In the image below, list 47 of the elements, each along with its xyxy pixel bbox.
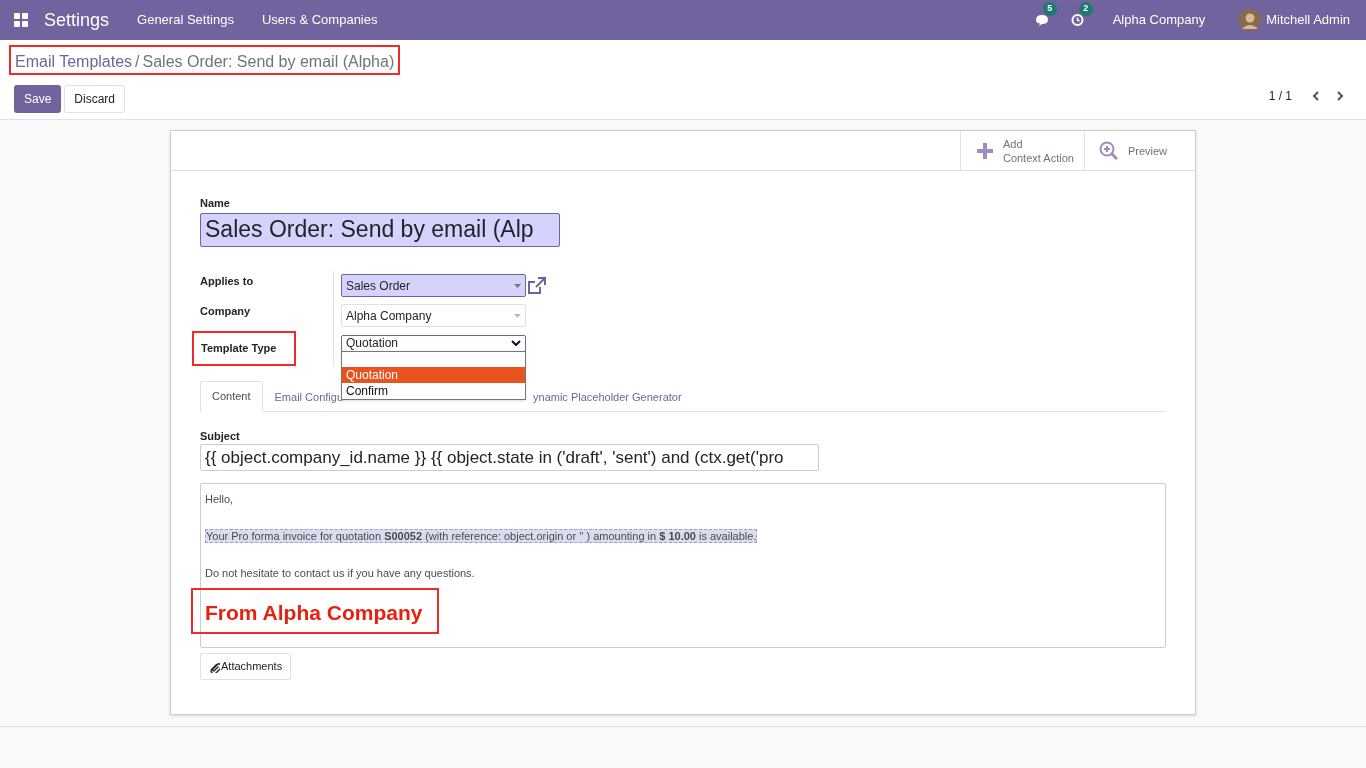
body-text: Hello, — [205, 492, 235, 507]
breadcrumb-current: Sales Order: Send by email (Alpha) — [142, 52, 395, 72]
next-icon[interactable] — [1336, 91, 1344, 101]
breadcrumb-link[interactable]: Email Templates — [15, 50, 133, 74]
clock-icon[interactable] — [1070, 13, 1084, 27]
company-switcher[interactable]: Alpha Company — [1112, 10, 1206, 30]
plus-icon — [976, 142, 993, 159]
tab[interactable]: Content — [200, 380, 263, 412]
chevron-down-icon — [511, 340, 521, 346]
add-context-action-button[interactable]: Add Context Action — [959, 131, 1084, 170]
dropdown-option[interactable]: Quotation — [342, 366, 525, 383]
menu-link[interactable]: General Settings — [137, 10, 234, 30]
user-menu[interactable]: Mitchell Admin — [1266, 10, 1350, 30]
field-label: Subject — [200, 428, 241, 444]
dropdown-option[interactable]: Confirm — [342, 382, 525, 399]
discard-button[interactable]: Discard — [64, 85, 126, 113]
tab[interactable]: ynamic Placeholder Generator — [533, 389, 682, 404]
model-select[interactable]: Sales Order — [341, 274, 526, 297]
chat-icon[interactable] — [1034, 13, 1049, 27]
count-badge: 2 — [1078, 2, 1093, 16]
count-badge: 5 — [1042, 2, 1057, 16]
apps-menu-icon[interactable] — [14, 13, 28, 27]
breadcrumb-separator: / — [135, 52, 140, 72]
company-select[interactable]: Alpha Company — [341, 304, 526, 327]
attachments-button[interactable]: Attachments — [200, 653, 292, 680]
body-text: Your Pro forma invoice for quotation S00052 (with reference: object.origin or '' ) amounting in $ 10.00 is available. — [205, 528, 758, 543]
paperclip-icon — [209, 660, 220, 673]
previous-icon[interactable] — [1312, 91, 1320, 101]
subject-input[interactable]: {{ object.company_id.name }} {{ object.state in ('draft', 'sent') and (ctx.get('pro — [200, 444, 819, 471]
external-link-icon[interactable] — [528, 277, 546, 294]
field-label: Company — [200, 303, 252, 319]
body-text: Do not hesitate to contact us if you have any questions. — [205, 566, 476, 581]
app-title: Settings — [44, 8, 110, 32]
field-label: Name — [200, 196, 231, 211]
field-label: Applies to — [200, 273, 255, 289]
name-input[interactable]: Sales Order: Send by email (Alp — [200, 212, 560, 247]
menu-link[interactable]: Users & Companies — [261, 10, 378, 30]
avatar — [1239, 9, 1262, 31]
zoom-in-icon — [1098, 141, 1118, 160]
preview-button[interactable]: Preview — [1083, 131, 1195, 170]
caret-icon — [514, 283, 521, 288]
signature-text: From Alpha Company — [191, 588, 439, 634]
field-label: Template Type — [192, 330, 296, 366]
pager-value: 1 / 1 — [1268, 88, 1292, 105]
caret-icon — [514, 313, 521, 318]
save-button[interactable]: Save — [14, 85, 62, 113]
template-type-select[interactable]: Quotation — [341, 334, 526, 352]
